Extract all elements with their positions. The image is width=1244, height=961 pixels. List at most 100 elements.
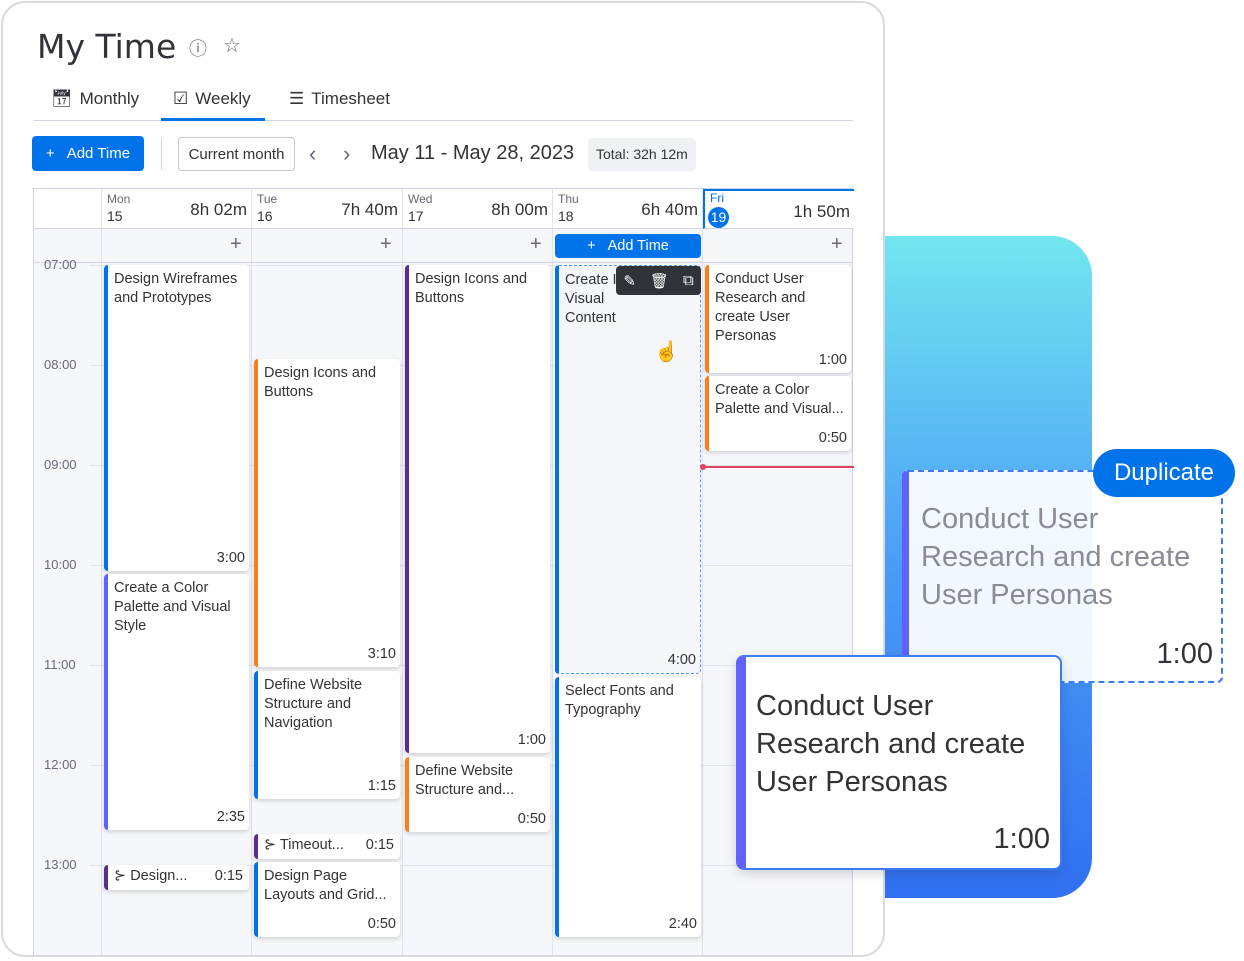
hour-label: 09:00 (44, 457, 77, 472)
duplicate-pill: Duplicate (1093, 449, 1235, 497)
next-arrow-icon[interactable]: › (343, 141, 350, 167)
card-title: Conduct User Research and create User Pe… (756, 690, 1026, 798)
view-tabs: 📅︎ Monthly ☑ Weekly ☰ Timesheet (33, 83, 853, 121)
plus-icon: + (587, 238, 596, 254)
duplicate-ghost-card: Conduct User Research and create User Pe… (902, 470, 1223, 683)
hour-label: 13:00 (44, 857, 77, 872)
time-entry[interactable]: Create a Color Palette and Visual... 0:50 (705, 376, 851, 451)
entry-duration: 0:50 (367, 916, 396, 932)
page-title: My Time (37, 27, 177, 66)
entry-duration: 0:50 (818, 430, 847, 446)
time-entry[interactable]: Design Icons and Buttons 1:00 (405, 265, 550, 753)
tab-label: Weekly (195, 89, 251, 108)
day-header-thu: Thu 18 6h 40m (553, 189, 702, 229)
entry-duration: 0:15 (214, 868, 243, 884)
hour-label: 10:00 (44, 557, 77, 572)
add-entry-fri[interactable]: + (831, 233, 843, 256)
entry-duration: 0:15 (365, 837, 394, 853)
ghost-title: Conduct User Research and create User Pe… (921, 503, 1191, 611)
plus-icon: + (45, 145, 55, 162)
day-total: 7h 40m (341, 200, 398, 219)
add-time-cell-button[interactable]: + Add Time (555, 234, 701, 258)
entry-title: Conduct User Research and create User Pe… (715, 271, 806, 344)
card-duration: 1:00 (993, 823, 1050, 855)
subitem-icon: ⊱ (114, 868, 131, 884)
time-entry[interactable]: Define Website Structure and Navigation 1… (254, 671, 400, 799)
ghost-duration: 1:00 (1156, 638, 1213, 670)
star-icon[interactable]: ☆ (223, 33, 241, 58)
entry-title: Design Icons and Buttons (415, 271, 528, 306)
button-label: Add Time (607, 238, 669, 254)
entry-duration: 3:10 (367, 646, 396, 662)
weekly-grid: Mon 15 8h 02m Tue 16 7h 40m Wed 17 8h 00m Thu 1… (33, 188, 854, 955)
day-name: Fri (710, 191, 724, 205)
entry-title: Timeout... (279, 837, 344, 853)
button-label: Add Time (66, 145, 131, 162)
time-entry[interactable]: Design Icons and Buttons 3:10 (254, 359, 400, 667)
add-entry-wed[interactable]: + (530, 233, 542, 256)
time-entry-selected[interactable]: Create I Visual Content 4:00 (555, 265, 701, 674)
entry-title: Create a Color Palette and Visual... (715, 382, 844, 417)
entry-duration: 3:00 (216, 550, 245, 566)
entry-duration: 4:00 (667, 652, 696, 668)
day-total: 8h 02m (190, 200, 247, 219)
entry-title: Design... (130, 868, 188, 884)
entry-title: Design Wireframes and Prototypes (114, 271, 238, 306)
calendar-check-icon: ☑ (173, 89, 189, 108)
entry-title: Design Page Layouts and Grid... (264, 868, 387, 903)
time-entry[interactable]: Define Website Structure and... 0:50 (405, 757, 550, 832)
time-entry[interactable]: Create a Color Palette and Visual Style 2… (104, 574, 249, 830)
prev-arrow-icon[interactable]: ‹ (309, 141, 316, 167)
total-badge: Total: 32h 12m (588, 138, 696, 171)
entry-title: Define Website Structure and Navigation (264, 677, 363, 731)
entry-title: Design Icons and Buttons (264, 365, 377, 400)
add-time-button[interactable]: + Add Time (32, 136, 144, 171)
info-icon[interactable]: ⓘ (189, 35, 207, 61)
hour-label: 11:00 (44, 657, 76, 672)
entry-title: Create a Color Palette and Visual Style (114, 580, 231, 634)
add-entry-tue[interactable]: + (380, 233, 392, 256)
subitem-icon: ⊱ (264, 837, 280, 853)
tab-timesheet[interactable]: ☰ Timesheet (289, 89, 390, 109)
day-name: Tue (257, 192, 278, 206)
time-entry[interactable]: Select Fonts and Typography 2:40 (555, 677, 701, 937)
time-entry[interactable]: Design Page Layouts and Grid... 0:50 (254, 862, 400, 937)
time-entry[interactable]: Conduct User Research and create User Pe… (705, 265, 851, 373)
tab-label: Timesheet (311, 89, 390, 108)
day-number: 18 (558, 208, 574, 224)
hand-cursor-icon: ☝ (654, 341, 679, 363)
hour-label: 07:00 (44, 257, 77, 272)
hour-label: 12:00 (44, 757, 77, 772)
day-name: Thu (558, 192, 579, 206)
entry-duration: 1:00 (818, 352, 847, 368)
entry-duration: 2:35 (216, 809, 245, 825)
entry-duration: 2:40 (668, 916, 697, 932)
dragged-card[interactable]: Conduct User Research and create User Pe… (736, 655, 1062, 870)
tab-weekly[interactable]: ☑ Weekly (161, 89, 265, 121)
calendar-icon: 📅︎ (51, 89, 73, 108)
current-month-button[interactable]: Current month (178, 137, 295, 171)
day-total: 1h 50m (793, 202, 850, 221)
edit-icon[interactable]: ✎ (623, 272, 636, 290)
day-header-tue: Tue 16 7h 40m (252, 189, 402, 229)
add-entry-mon[interactable]: + (230, 233, 242, 256)
day-number: 17 (408, 208, 424, 224)
tab-monthly[interactable]: 📅︎ Monthly (51, 89, 139, 109)
time-entry[interactable]: ⊱ Timeout... 0:15 (254, 834, 400, 859)
delete-icon[interactable]: 🗑︎ (650, 272, 669, 290)
day-number: 16 (257, 208, 273, 224)
entry-duration: 1:00 (517, 732, 546, 748)
duplicate-icon[interactable]: ⧉ (683, 272, 694, 289)
day-total: 6h 40m (641, 200, 698, 219)
date-range: May 11 - May 28, 2023 (371, 142, 575, 164)
day-name: Mon (107, 192, 131, 206)
day-header-wed: Wed 17 8h 00m (403, 189, 552, 229)
time-entry[interactable]: Design Wireframes and Prototypes 3:00 (104, 265, 249, 571)
day-name: Wed (408, 192, 433, 206)
time-entry[interactable]: ⊱ Design... 0:15 (104, 865, 249, 890)
list-icon: ☰ (289, 89, 305, 108)
divider (161, 138, 162, 170)
day-header-fri: Fri 19 1h 50m (703, 189, 854, 229)
today-badge: 19 (708, 207, 729, 228)
entry-actions-toolbar: ✎ 🗑︎ ⧉ (616, 266, 701, 295)
